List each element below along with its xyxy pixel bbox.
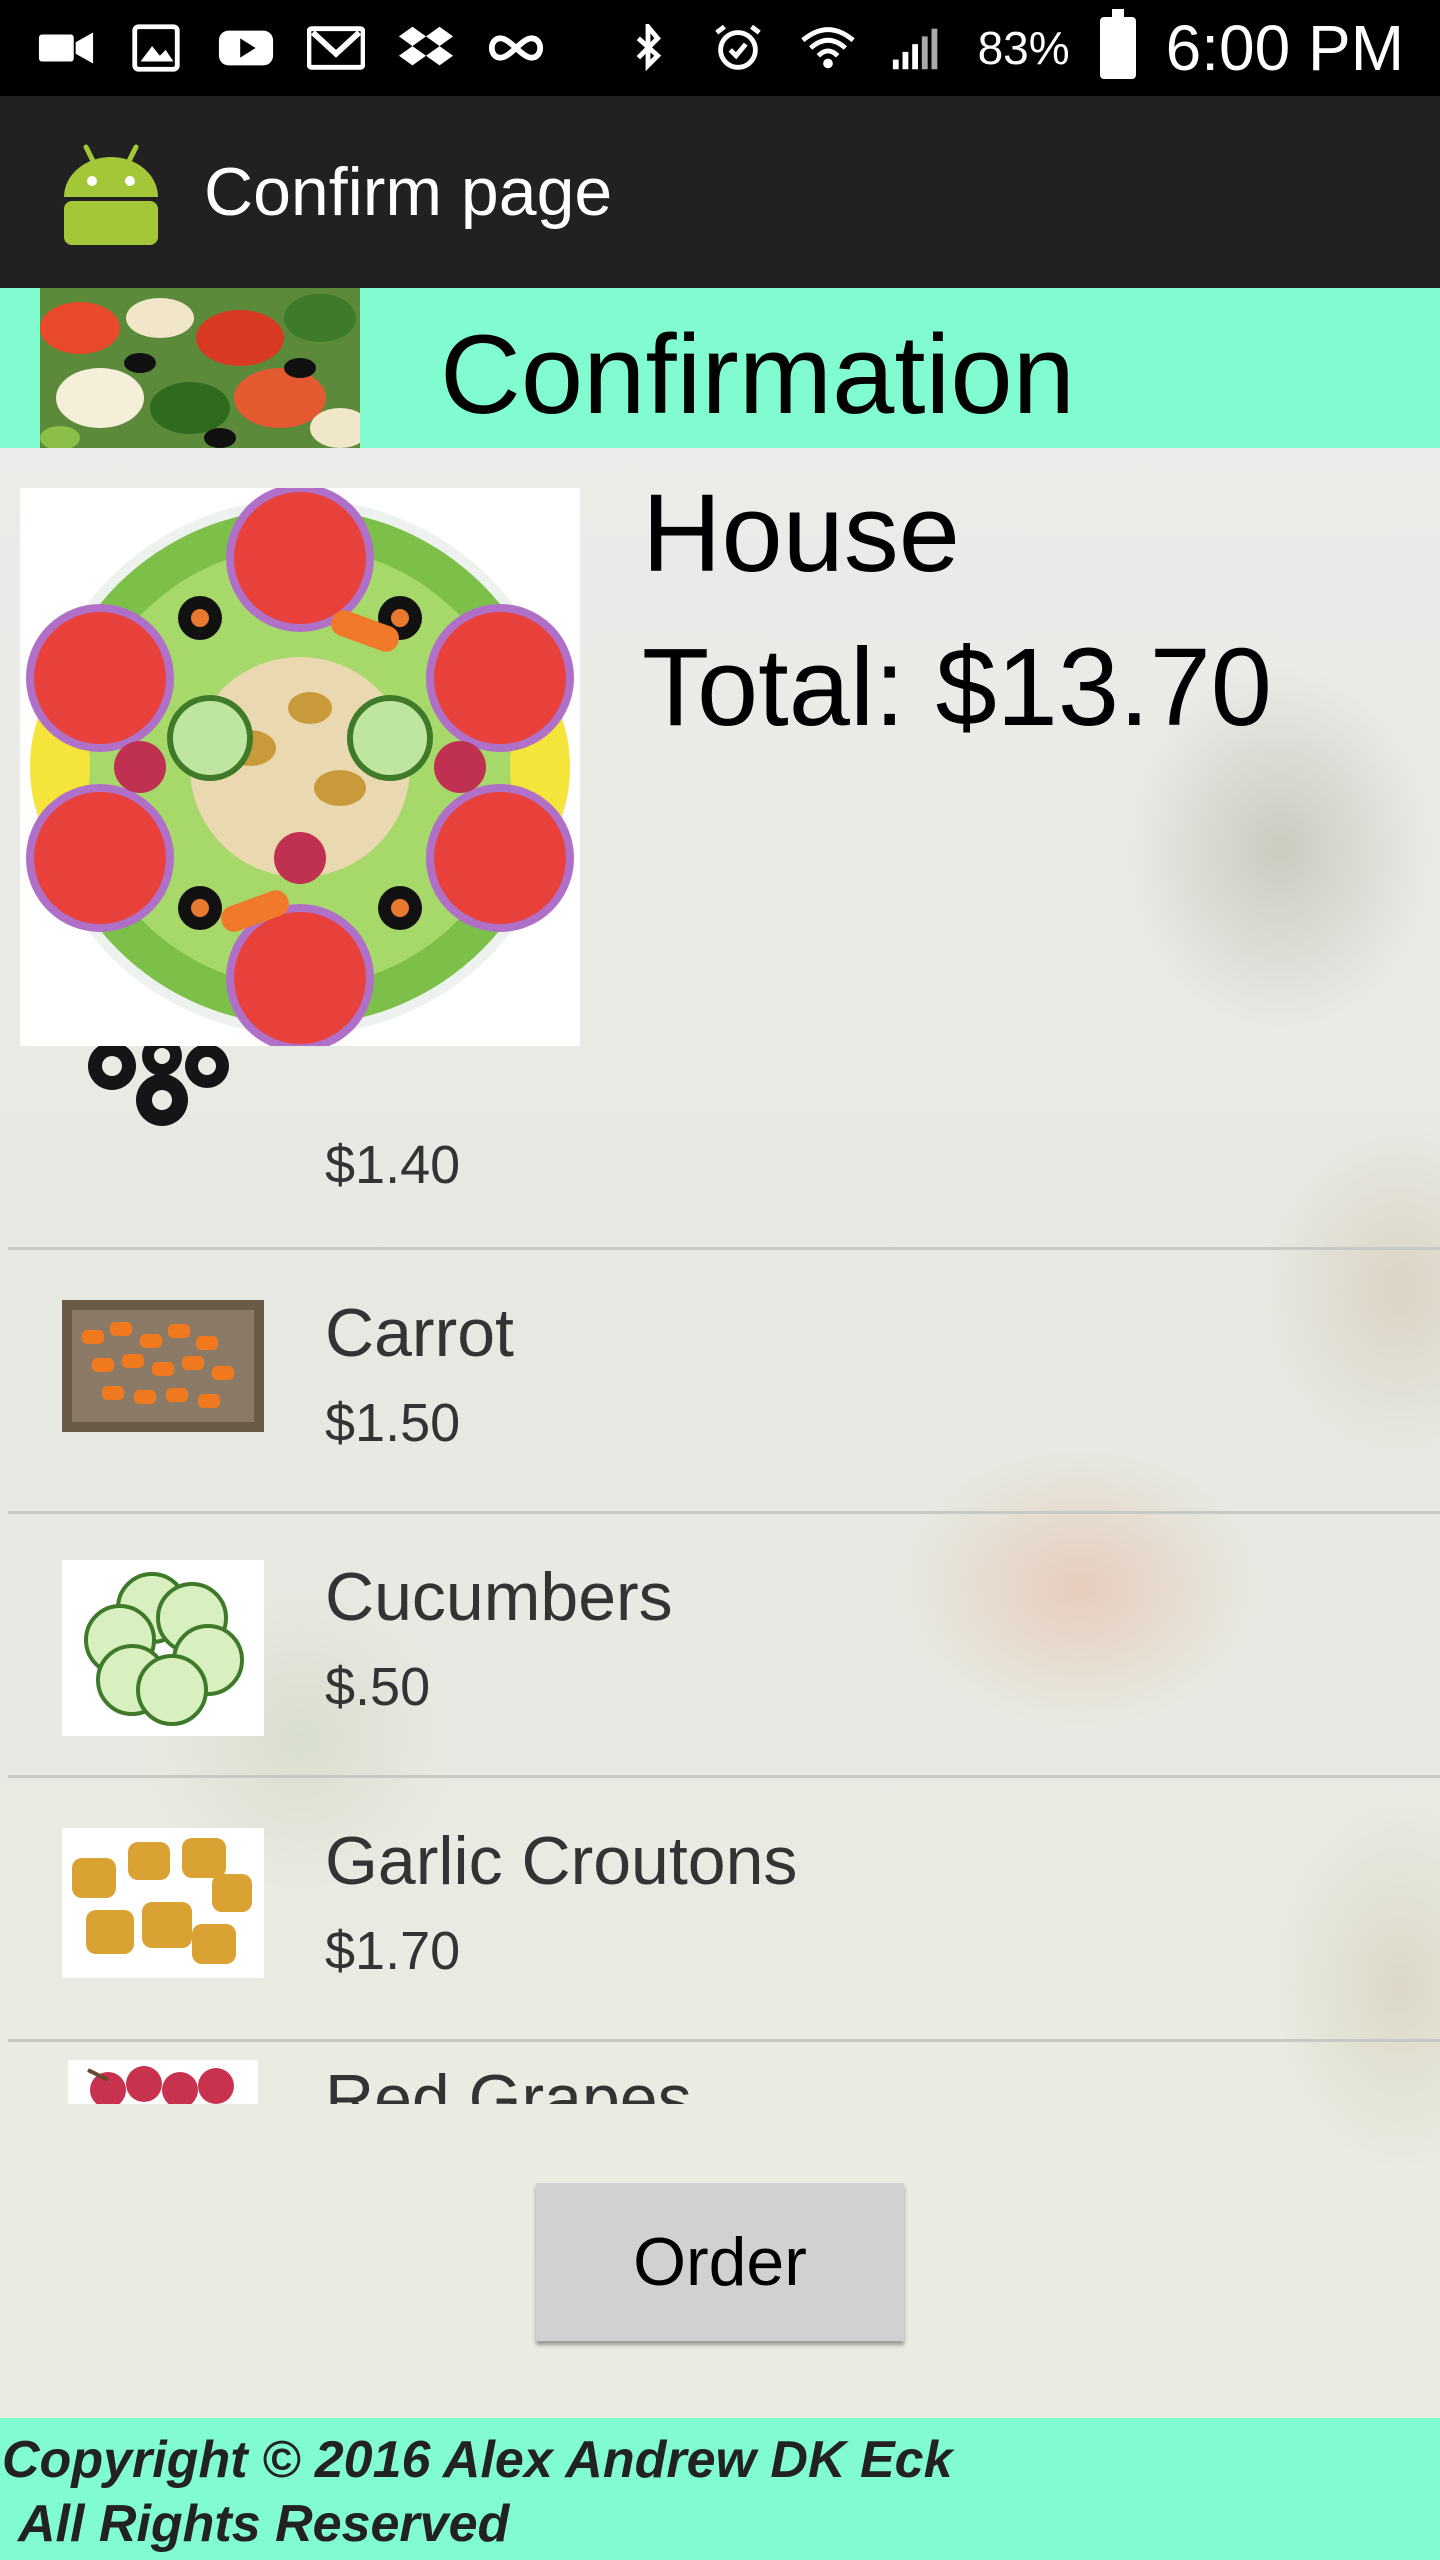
salad-name: House: [642, 472, 960, 595]
item-name: Cucumbers: [325, 1559, 673, 1635]
salad-banner-image: [40, 288, 360, 448]
salad-photo: [20, 484, 580, 1052]
android-logo-icon: [64, 144, 158, 245]
rights-text: All Rights Reserved: [18, 2495, 510, 2553]
wifi-icon: [798, 23, 858, 73]
item-price: $1.70: [325, 1921, 461, 1981]
item-price: $1.50: [325, 1393, 461, 1453]
signal-icon: [888, 23, 948, 73]
banner-title: Confirmation: [440, 312, 1075, 437]
gmail-icon: [306, 23, 366, 73]
list-item-cucumbers[interactable]: Cucumbers $.50: [0, 1514, 1440, 1778]
gallery-icon: [126, 23, 186, 73]
dropbox-icon: [396, 23, 456, 73]
page-title: Confirm page: [204, 154, 613, 230]
header-banner: Confirmation: [0, 288, 1440, 448]
status-time: 6:00 PM: [1165, 12, 1404, 84]
croutons-thumb: [62, 1828, 264, 1978]
cucumbers-thumb: [62, 1560, 264, 1736]
footer: Copyright © 2016 Alex Andrew DK Eck All …: [0, 2418, 1440, 2560]
bluetooth-icon: [618, 23, 678, 73]
item-price: $1.40: [325, 1135, 461, 1195]
action-bar: Confirm page: [0, 96, 1440, 288]
item-name: Red Grapes: [325, 2061, 692, 2104]
list-item-olives[interactable]: $1.40: [0, 1046, 1440, 1250]
item-name: Carrot: [325, 1295, 514, 1371]
battery-percent: 83%: [977, 22, 1070, 74]
copyright-text: Copyright © 2016 Alex Andrew DK Eck: [2, 2431, 953, 2489]
carrot-thumb: [62, 1300, 264, 1432]
alarm-icon: [708, 23, 768, 73]
red-grapes-thumb: [68, 2060, 258, 2104]
infinity-icon: [486, 23, 546, 73]
video-icon: [36, 23, 96, 73]
salad-total: Total: $13.70: [642, 626, 1272, 749]
black-olives-thumb: [88, 1046, 229, 1126]
ingredient-list[interactable]: $1.40 Carrot $1.50 Cucumbers $.50 Garlic…: [0, 1046, 1440, 2104]
youtube-icon: [216, 23, 276, 73]
item-price: $.50: [325, 1657, 431, 1717]
item-name: Garlic Croutons: [325, 1823, 798, 1899]
status-bar: 83% 6:00 PM: [0, 0, 1440, 96]
order-button[interactable]: Order: [536, 2183, 904, 2341]
list-item-red-grapes[interactable]: Red Grapes: [0, 2042, 1440, 2104]
list-item-carrot[interactable]: Carrot $1.50: [0, 1250, 1440, 1514]
battery-icon: [1099, 9, 1136, 79]
list-item-croutons[interactable]: Garlic Croutons $1.70: [0, 1778, 1440, 2042]
